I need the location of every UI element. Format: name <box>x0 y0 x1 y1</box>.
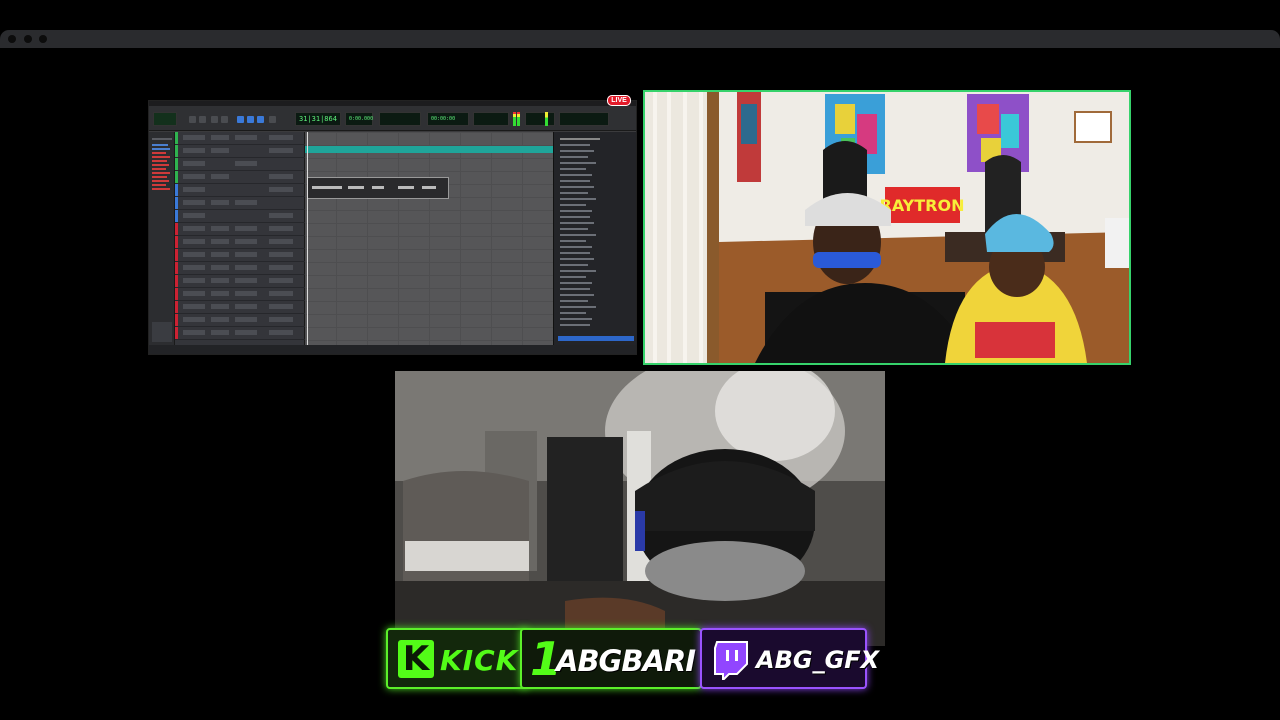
output-meter <box>517 112 520 126</box>
camera-feed-guest <box>395 371 885 646</box>
guest-scene <box>395 371 885 646</box>
sub-counter: 0:00.000 <box>345 112 373 126</box>
audio-clip[interactable] <box>307 177 449 199</box>
track-row[interactable] <box>175 184 305 197</box>
daw-status-bar <box>149 345 636 354</box>
track-row[interactable] <box>175 197 305 210</box>
transport-counter: 00:00:00 <box>427 112 469 126</box>
tool-button-icon[interactable] <box>221 116 228 123</box>
tempo-display <box>473 112 509 126</box>
channel-name: ABGBARI <box>556 644 696 678</box>
track-row[interactable] <box>175 301 305 314</box>
kick-label: KICK <box>440 644 519 677</box>
camera-feed-studio: RAYTRON <box>643 90 1131 365</box>
window-dot-icon[interactable] <box>39 35 47 43</box>
track-list <box>175 132 305 347</box>
trim-tool-icon[interactable] <box>257 116 264 123</box>
pencil-tool-icon[interactable] <box>269 116 276 123</box>
edit-window-counter <box>379 112 421 126</box>
output-meter <box>513 112 516 126</box>
selector-tool-icon[interactable] <box>247 116 254 123</box>
playhead[interactable] <box>307 132 308 347</box>
window-chrome-bar <box>0 30 1280 48</box>
track-row[interactable] <box>175 145 305 158</box>
studio-scene: RAYTRON <box>645 92 1129 363</box>
track-row[interactable] <box>175 327 305 340</box>
channel-name-badge[interactable]: 1 ABGBARI <box>520 628 702 689</box>
twitch-logo-icon <box>714 641 748 680</box>
track-row[interactable] <box>175 132 305 145</box>
stream-canvas: 31|31|864 0:00.000 00:00:00 LIVE RAYTRON… <box>0 0 1280 720</box>
track-row[interactable] <box>175 171 305 184</box>
grabber-tool-icon[interactable] <box>237 116 244 123</box>
daw-screen-share: 31|31|864 0:00.000 00:00:00 <box>148 100 637 355</box>
track-row[interactable] <box>175 288 305 301</box>
track-row[interactable] <box>175 223 305 236</box>
live-badge: LIVE <box>607 95 631 106</box>
daw-toolbar: 31|31|864 0:00.000 00:00:00 <box>149 106 636 131</box>
tool-button-icon[interactable] <box>189 116 196 123</box>
track-row[interactable] <box>175 158 305 171</box>
timeline-ruler-selection[interactable] <box>305 146 553 153</box>
track-row[interactable] <box>175 262 305 275</box>
tool-button-icon[interactable] <box>211 116 218 123</box>
wall-sign-text: RAYTRON <box>880 196 965 215</box>
twitch-badge[interactable]: ABG_GFX <box>700 628 879 689</box>
track-row[interactable] <box>175 275 305 288</box>
twitch-handle: ABG_GFX <box>756 646 880 674</box>
cpu-display <box>525 112 555 126</box>
kick-badge[interactable]: K KICK <box>386 628 528 689</box>
track-row[interactable] <box>175 210 305 223</box>
track-row[interactable] <box>175 236 305 249</box>
edit-window[interactable] <box>305 132 553 347</box>
clip-list-panel <box>553 132 636 347</box>
window-dot-icon[interactable] <box>24 35 32 43</box>
input-meter <box>545 112 548 126</box>
main-counter: 31|31|864 <box>295 112 341 126</box>
tool-button-icon[interactable] <box>199 116 206 123</box>
window-dot-icon[interactable] <box>8 35 16 43</box>
track-row[interactable] <box>175 249 305 262</box>
kick-logo-icon: K <box>398 640 434 678</box>
daw-side-panel <box>149 132 175 347</box>
track-row[interactable] <box>175 314 305 327</box>
marker-display <box>559 112 609 126</box>
daw-mode-indicator[interactable] <box>153 112 177 126</box>
